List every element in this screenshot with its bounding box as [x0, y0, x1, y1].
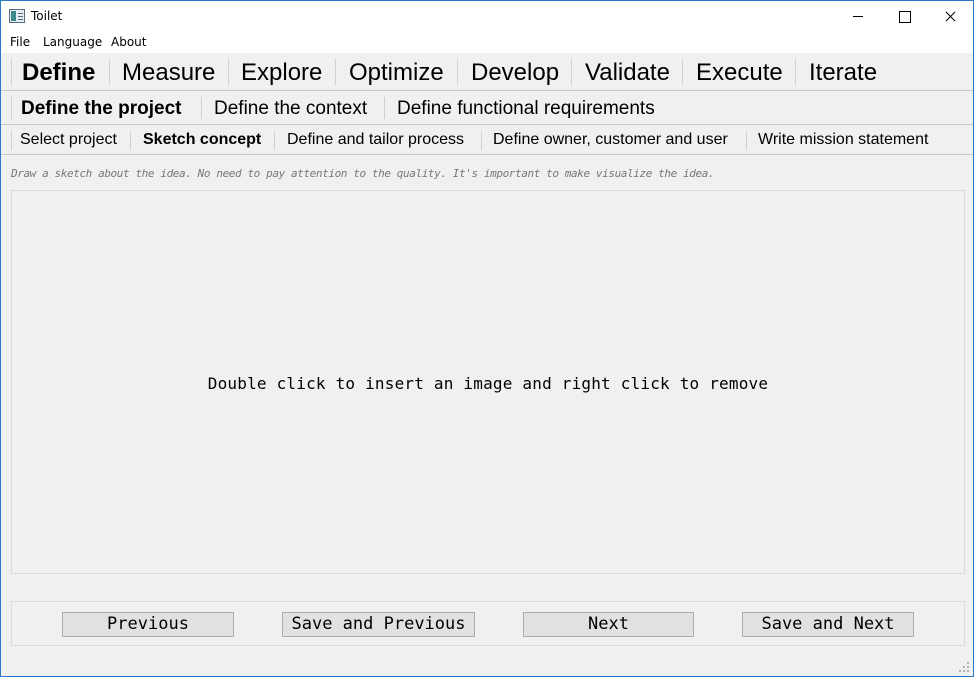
tab-separator [11, 131, 12, 150]
subphase-tabs: Define the project Define the context De… [1, 91, 973, 125]
tab-separator [11, 97, 12, 119]
tab-separator [384, 97, 385, 119]
tab-define-functional-requirements[interactable]: Define functional requirements [397, 98, 655, 120]
tab-optimize[interactable]: Optimize [349, 59, 444, 87]
tab-select-project[interactable]: Select project [20, 131, 117, 149]
minimize-icon[interactable] [835, 1, 881, 32]
tab-separator [457, 59, 458, 85]
phase-tabs: Define Measure Explore Optimize Develop … [1, 53, 973, 91]
save-and-previous-button[interactable]: Save and Previous [282, 612, 475, 637]
tab-write-mission-statement[interactable]: Write mission statement [758, 131, 928, 149]
tab-separator [11, 59, 12, 85]
tab-iterate[interactable]: Iterate [809, 59, 877, 87]
menu-file[interactable]: File [10, 35, 30, 49]
tab-separator [274, 131, 275, 150]
tab-define-and-tailor-process[interactable]: Define and tailor process [287, 131, 464, 149]
tab-separator [746, 131, 747, 150]
tab-separator [130, 131, 131, 150]
maximize-icon[interactable] [881, 1, 927, 32]
sketch-image-area[interactable]: Double click to insert an image and righ… [11, 190, 965, 574]
tab-measure[interactable]: Measure [122, 59, 215, 87]
tab-separator [481, 131, 482, 150]
tab-define-the-project[interactable]: Define the project [21, 98, 181, 120]
window-title: Toilet [31, 9, 63, 23]
title-bar[interactable]: Toilet [1, 1, 973, 32]
tab-explore[interactable]: Explore [241, 59, 322, 87]
tab-define-owner-customer-user[interactable]: Define owner, customer and user [493, 131, 728, 149]
tab-separator [201, 97, 202, 119]
tab-sketch-concept[interactable]: Sketch concept [143, 131, 261, 149]
menu-language[interactable]: Language [43, 35, 102, 49]
next-button[interactable]: Next [523, 612, 694, 637]
previous-button[interactable]: Previous [62, 612, 234, 637]
app-icon [9, 9, 25, 23]
step-tabs: Select project Sketch concept Define and… [1, 125, 973, 155]
tab-validate[interactable]: Validate [585, 59, 670, 87]
tab-separator [571, 59, 572, 85]
tab-separator [228, 59, 229, 85]
tab-execute[interactable]: Execute [696, 59, 783, 87]
resize-grip-icon[interactable] [959, 662, 969, 672]
navigation-panel: Previous Save and Previous Next Save and… [11, 601, 965, 646]
save-and-next-button[interactable]: Save and Next [742, 612, 914, 637]
tab-define-the-context[interactable]: Define the context [214, 98, 367, 120]
tab-define[interactable]: Define [22, 59, 95, 87]
close-icon[interactable] [927, 1, 973, 32]
image-area-placeholder: Double click to insert an image and righ… [207, 374, 769, 393]
menu-about[interactable]: About [111, 35, 146, 49]
tab-separator [335, 59, 336, 85]
tab-separator [109, 59, 110, 85]
menu-bar: File Language About [1, 32, 973, 53]
tab-develop[interactable]: Develop [471, 59, 559, 87]
tab-separator [682, 59, 683, 85]
instruction-hint: Draw a sketch about the idea. No need to… [11, 167, 715, 180]
tab-separator [795, 59, 796, 85]
app-window: Toilet File Language About Define Measur… [0, 0, 974, 677]
